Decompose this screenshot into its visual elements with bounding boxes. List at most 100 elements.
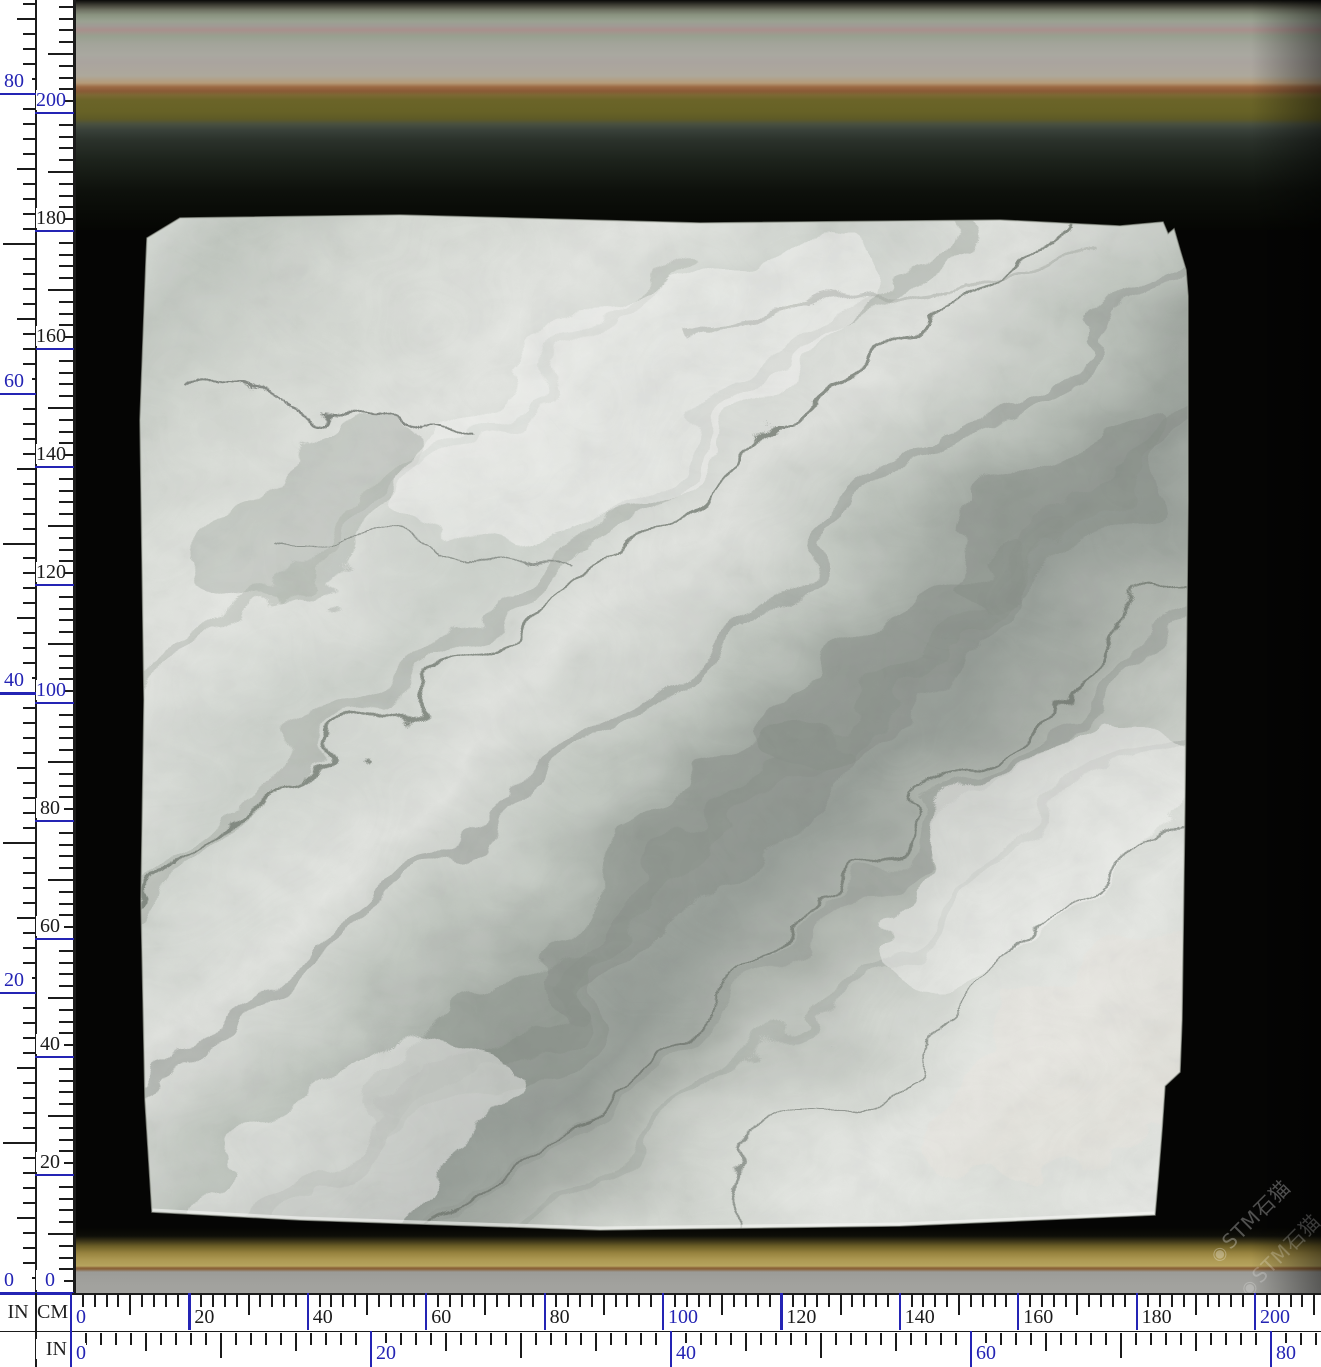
inch-tick: [17, 917, 36, 919]
cm-tick: [59, 1209, 74, 1211]
cm-tick: [59, 832, 74, 834]
cm-tick: [946, 1295, 948, 1307]
cm-tick: [59, 254, 74, 256]
inch-tick: [23, 782, 36, 784]
cm-tick: [970, 1295, 972, 1307]
cm-tick: [402, 1295, 404, 1307]
cm-tick: [520, 1295, 522, 1307]
cm-tick: [59, 183, 74, 185]
cm-tick: [48, 1233, 74, 1235]
inch-gridline: [0, 93, 36, 95]
inch-tick: [23, 48, 36, 50]
cm-gridline: [780, 1293, 782, 1330]
cm-label: 160: [1023, 1307, 1053, 1327]
cm-tick: [59, 431, 74, 433]
cm-tick: [1242, 1295, 1244, 1307]
inch-tick: [730, 1333, 732, 1345]
cm-gridline: [899, 1293, 901, 1330]
cm-label: 80: [36, 798, 64, 818]
inch-tick: [23, 1112, 36, 1114]
cm-tick: [1301, 1295, 1303, 1307]
inch-tick: [23, 1127, 36, 1129]
inch-tick: [23, 1202, 36, 1204]
inch-tick: [23, 453, 36, 455]
inch-tick: [190, 1333, 192, 1345]
inch-tick: [1165, 1333, 1167, 1345]
cm-tick: [473, 1295, 475, 1307]
cm-tick: [59, 596, 74, 598]
cm-tick: [59, 950, 74, 952]
cm-tick: [1005, 1295, 1007, 1307]
cm-tick: [59, 265, 74, 267]
cm-tick: [757, 1295, 759, 1307]
cm-tick: [59, 6, 74, 8]
cm-label: 0: [76, 1307, 86, 1327]
inch-tick: [3, 1142, 36, 1144]
inch-tick: [790, 1333, 792, 1345]
inch-tick: [775, 1333, 777, 1345]
inch-tick: [17, 18, 36, 20]
inch-label: 40: [4, 670, 32, 690]
cm-tick: [342, 1295, 344, 1307]
inch-tick: [925, 1333, 927, 1345]
cm-tick: [59, 1127, 74, 1129]
cm-tick: [59, 608, 74, 610]
cm-tick: [603, 1295, 605, 1315]
cm-tick: [59, 726, 74, 728]
inch-tick: [430, 1333, 432, 1345]
inch-tick: [23, 662, 36, 664]
inch-tick: [640, 1333, 642, 1345]
inch-label: 0: [4, 1270, 32, 1290]
cm-gridline: [1254, 1293, 1256, 1330]
cm-tick: [283, 1295, 285, 1307]
inch-label: 60: [976, 1343, 996, 1363]
inch-tick: [715, 1333, 717, 1345]
cm-tick: [48, 525, 74, 527]
inch-tick: [235, 1333, 237, 1345]
corner-label-inch-row: IN: [36, 1339, 67, 1359]
inch-tick: [23, 707, 36, 709]
cm-tick: [816, 1295, 818, 1307]
cm-tick: [1112, 1295, 1114, 1307]
cm-tick: [828, 1295, 830, 1307]
cm-tick: [48, 407, 74, 409]
inch-tick: [1030, 1333, 1032, 1345]
inch-tick: [23, 303, 36, 305]
inch-tick: [23, 123, 36, 125]
inch-tick: [310, 1333, 312, 1345]
inch-tick: [550, 1333, 552, 1345]
inch-tick: [1105, 1333, 1107, 1345]
inch-tick: [17, 767, 36, 769]
cm-tick: [840, 1295, 842, 1315]
inch-tick: [1225, 1333, 1227, 1345]
inch-tick: [23, 153, 36, 155]
inch-tick: [115, 1333, 117, 1345]
cm-tick: [48, 643, 74, 645]
marble-slab: [135, 210, 1200, 1235]
cm-label: 20: [36, 1152, 64, 1172]
inch-tick: [23, 857, 36, 859]
cm-tick: [59, 1091, 74, 1093]
cm-tick: [59, 419, 74, 421]
cm-tick: [59, 537, 74, 539]
cm-tick: [59, 1245, 74, 1247]
inch-tick: [1150, 1333, 1152, 1345]
cm-label: 80: [550, 1307, 570, 1327]
inch-tick: [17, 1217, 36, 1219]
cm-tick: [141, 1295, 143, 1307]
inch-tick: [535, 1333, 537, 1345]
inch-tick: [610, 1333, 612, 1345]
inch-tick: [1180, 1333, 1182, 1345]
inch-tick: [625, 1333, 627, 1345]
cm-gridline: [544, 1293, 546, 1330]
inch-tick: [23, 1052, 36, 1054]
cm-tick: [59, 1021, 74, 1023]
cm-gridline: [35, 938, 74, 940]
cm-tick: [48, 997, 74, 999]
cm-label: 40: [313, 1307, 333, 1327]
inch-tick: [280, 1333, 282, 1345]
inch-tick: [175, 1333, 177, 1345]
inch-tick: [880, 1333, 882, 1345]
inch-tick: [23, 902, 36, 904]
cm-gridline: [35, 584, 74, 586]
